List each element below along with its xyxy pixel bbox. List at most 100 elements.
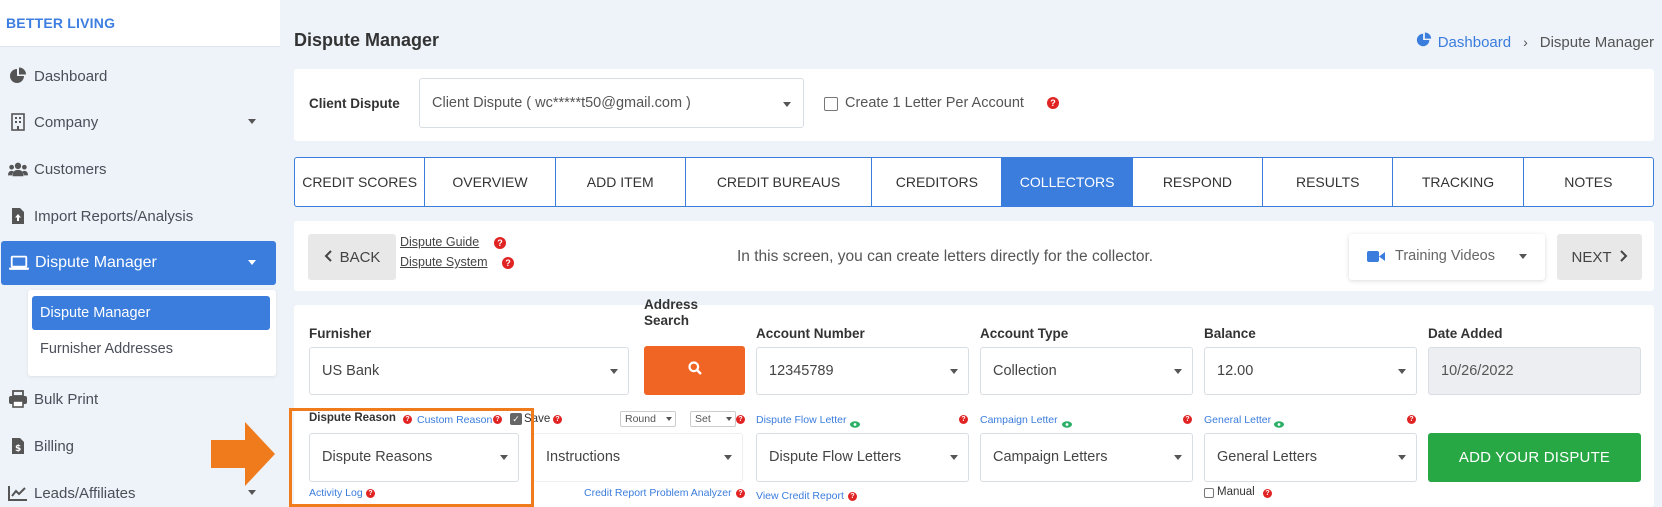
tab-credit-scores[interactable]: CREDIT SCORES (295, 158, 426, 206)
building-icon (8, 112, 28, 132)
balance-select[interactable]: 12.00 (1204, 347, 1417, 395)
furnisher-label: Furnisher (309, 326, 372, 341)
brand-logo-text[interactable]: BETTER LIVING (6, 15, 115, 31)
campaign-letter-label: Campaign Letter (980, 414, 1058, 426)
sidebar-item-label: Bulk Print (34, 390, 99, 408)
sidebar-item-import-reports[interactable]: Import Reports/Analysis (0, 194, 276, 238)
address-search-label-line2: Search (644, 313, 690, 328)
users-icon (8, 159, 28, 179)
chevron-down-icon (1519, 254, 1527, 259)
create-letter-per-account-checkbox[interactable] (824, 97, 838, 111)
campaign-letters-value: Campaign Letters (993, 449, 1108, 465)
dispute-flow-letters-value: Dispute Flow Letters (769, 449, 902, 465)
tab-respond[interactable]: RESPOND (1133, 158, 1264, 206)
sidebar-item-label: Billing (34, 437, 75, 455)
manual-checkbox[interactable] (1204, 488, 1214, 498)
sidebar-item-customers[interactable]: Customers (0, 147, 276, 191)
eye-icon[interactable] (850, 415, 860, 433)
next-button-label: NEXT (1571, 248, 1612, 266)
training-videos-dropdown[interactable]: Training Videos (1349, 234, 1545, 280)
furnisher-select[interactable]: US Bank (309, 347, 629, 395)
address-search-label-line1: Address (644, 297, 699, 312)
tab-add-item[interactable]: ADD ITEM (556, 158, 686, 206)
tab-overview[interactable]: OVERVIEW (425, 158, 556, 206)
eye-icon[interactable] (1062, 415, 1072, 433)
help-icon[interactable]: ? (848, 492, 857, 501)
account-number-label: Account Number (756, 326, 865, 341)
video-camera-icon (1367, 250, 1385, 267)
client-dispute-value: Client Dispute ( wc*****t50@gmail.com ) (432, 95, 691, 111)
account-number-select[interactable]: 12345789 (756, 347, 969, 395)
chevron-right-icon (1619, 249, 1628, 266)
chevron-down-icon (950, 455, 958, 460)
submenu-item-dispute-manager[interactable]: Dispute Manager (32, 296, 270, 330)
highlight-annotation-box (289, 408, 534, 507)
instructions-select[interactable]: Instructions (533, 433, 743, 482)
account-type-value: Collection (993, 363, 1057, 379)
step-navigation-card: BACK Dispute Guide ? Dispute System ? In… (294, 221, 1654, 291)
date-added-label: Date Added (1428, 326, 1503, 341)
help-icon[interactable]: ? (553, 415, 562, 424)
address-search-label: Address Search (644, 297, 698, 329)
view-credit-report-link[interactable]: View Credit Report (756, 490, 844, 502)
chevron-down-icon (1174, 369, 1182, 374)
sidebar-item-company[interactable]: Company (0, 100, 276, 144)
help-icon[interactable]: ? (502, 257, 514, 269)
chevron-down-icon (783, 102, 791, 107)
balance-label: Balance (1204, 326, 1256, 341)
help-icon[interactable]: ? (736, 489, 745, 498)
breadcrumb-dashboard-link[interactable]: Dashboard (1438, 34, 1511, 51)
help-icon[interactable]: ? (1047, 97, 1059, 109)
page-title: Dispute Manager (294, 30, 440, 50)
submenu-item-furnisher-addresses[interactable]: Furnisher Addresses (32, 332, 270, 366)
dispute-manager-submenu: Dispute Manager Furnisher Addresses (28, 290, 276, 376)
eye-icon[interactable] (1274, 415, 1284, 433)
instructions-value: Instructions (546, 449, 621, 465)
round-select[interactable]: Round (620, 411, 676, 427)
pie-chart-icon (1416, 32, 1432, 52)
help-icon[interactable]: ? (1263, 489, 1272, 498)
help-icon[interactable]: ? (494, 237, 506, 249)
address-search-button[interactable] (644, 346, 745, 395)
laptop-icon (9, 253, 29, 273)
chevron-down-icon (1398, 369, 1406, 374)
training-videos-label: Training Videos (1395, 248, 1495, 264)
screen-info-text: In this screen, you can create letters d… (737, 248, 1154, 265)
round-value: Round (625, 413, 656, 425)
tab-credit-bureaus[interactable]: CREDIT BUREAUS (686, 158, 873, 206)
breadcrumb-current: Dispute Manager (1539, 33, 1654, 51)
back-button[interactable]: BACK (308, 234, 396, 280)
campaign-letters-select[interactable]: Campaign Letters (980, 433, 1193, 482)
pie-chart-icon (8, 66, 28, 86)
chevron-down-icon (610, 369, 618, 374)
client-dispute-select[interactable]: Client Dispute ( wc*****t50@gmail.com ) (419, 78, 804, 128)
svg-text:$: $ (15, 444, 21, 454)
tab-collectors[interactable]: COLLECTORS (1002, 158, 1133, 206)
help-icon[interactable]: ? (959, 415, 968, 424)
account-type-label: Account Type (980, 326, 1069, 341)
dispute-flow-letters-select[interactable]: Dispute Flow Letters (756, 433, 969, 482)
general-letters-select[interactable]: General Letters (1204, 433, 1417, 482)
account-type-select[interactable]: Collection (980, 347, 1193, 395)
search-icon (687, 361, 702, 380)
next-button[interactable]: NEXT (1557, 234, 1642, 280)
sidebar-item-label: Dispute Manager (35, 254, 157, 271)
help-icon[interactable]: ? (1407, 415, 1416, 424)
set-select[interactable]: Set (690, 411, 736, 427)
tab-notes[interactable]: NOTES (1524, 158, 1653, 206)
help-icon[interactable]: ? (1183, 415, 1192, 424)
tab-creditors[interactable]: CREDITORS (872, 158, 1003, 206)
general-letters-value: General Letters (1217, 449, 1317, 465)
help-icon[interactable]: ? (736, 415, 745, 424)
dispute-guide-link[interactable]: Dispute Guide (400, 235, 479, 249)
add-your-dispute-button[interactable]: ADD YOUR DISPUTE (1428, 433, 1641, 482)
sidebar-item-dispute-manager[interactable]: Dispute Manager (1, 241, 276, 285)
tab-results[interactable]: RESULTS (1263, 158, 1394, 206)
sidebar-item-bulk-print[interactable]: Bulk Print (0, 377, 276, 421)
sidebar-item-dashboard[interactable]: Dashboard (0, 54, 276, 98)
tab-tracking[interactable]: TRACKING (1393, 158, 1524, 206)
sidebar-item-label: Import Reports/Analysis (34, 207, 194, 225)
set-value: Set (695, 413, 711, 425)
dispute-system-link[interactable]: Dispute System (400, 255, 488, 269)
credit-report-problem-analyzer-link[interactable]: Credit Report Problem Analyzer (584, 487, 732, 499)
